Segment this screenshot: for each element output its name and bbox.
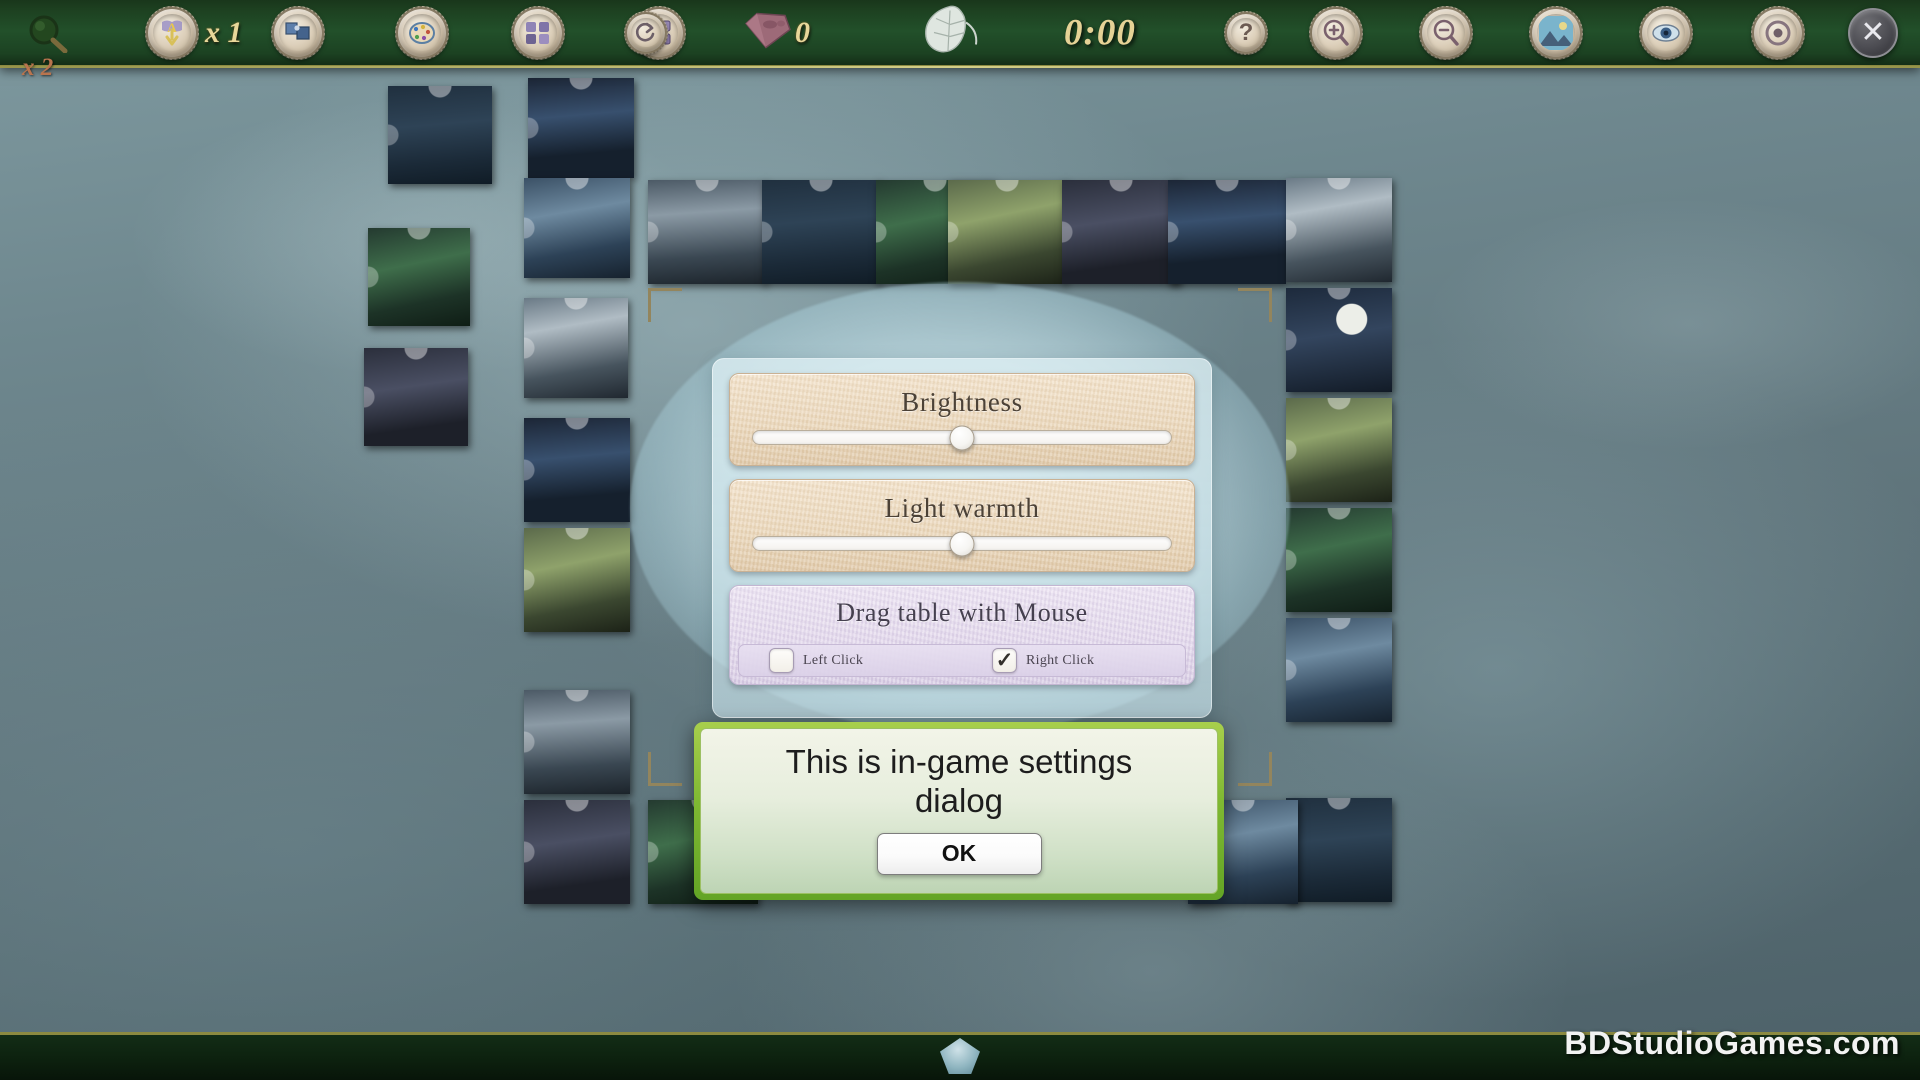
close-button-wrap[interactable]: ✕: [1848, 7, 1898, 58]
message-dialog-body: This is in-game settings dialog OK: [700, 728, 1218, 894]
gem-icon: [740, 9, 796, 56]
watermark: BDStudioGames.com: [1564, 1025, 1900, 1061]
board-corner-bracket: [1238, 752, 1272, 786]
leaf-icon: [920, 4, 984, 61]
board-corner-bracket: [648, 752, 682, 786]
board-corner-bracket: [1238, 288, 1272, 322]
eye-preview-button[interactable]: [1639, 5, 1693, 60]
puzzle-piece[interactable]: [1062, 180, 1180, 284]
rotate-button[interactable]: [624, 10, 668, 55]
puzzle-piece[interactable]: [524, 418, 630, 522]
light-warmth-label: Light warmth: [884, 493, 1040, 523]
sort-pieces-icon: [519, 13, 557, 52]
hint-arrow-icon: A: [153, 13, 191, 52]
left-click-label: Left Click: [803, 652, 864, 668]
picture-preview-button[interactable]: [1529, 5, 1583, 60]
sort-pieces-coin[interactable]: [511, 5, 565, 60]
drag-table-label: Drag table with Mouse: [836, 598, 1088, 627]
gear-icon: [1759, 13, 1797, 52]
option-left-click[interactable]: ✓ Left Click: [739, 648, 962, 673]
ok-button[interactable]: OK: [876, 832, 1042, 875]
drag-table-options: ✓ Left Click ✓ Right Click: [738, 644, 1186, 677]
question-mark-icon: ?: [1231, 17, 1261, 48]
puzzle-piece[interactable]: [1286, 288, 1392, 392]
picture-preview-coin[interactable]: [1529, 5, 1583, 60]
hint-button[interactable]: A: [145, 5, 199, 60]
puzzle-piece[interactable]: [648, 180, 766, 284]
close-icon: ✕: [1860, 15, 1886, 49]
brightness-label: Brightness: [901, 387, 1023, 417]
puzzle-piece[interactable]: [1286, 798, 1392, 902]
left-click-checkbox[interactable]: ✓: [769, 648, 794, 673]
zoom-out-icon: [1427, 13, 1465, 52]
palette-button[interactable]: [395, 5, 449, 60]
light-warmth-slider-track[interactable]: [752, 531, 1172, 556]
help-coin[interactable]: ?: [1224, 10, 1268, 55]
edge-pieces-icon: [279, 13, 317, 52]
top-toolbar: A x 1 x 2 0 0:00 ? ✕: [0, 0, 1920, 81]
edge-pieces-coin[interactable]: [271, 5, 325, 60]
hint-coin[interactable]: A: [145, 5, 199, 60]
drag-table-panel: Drag table with Mouse ✓ Left Click ✓ Rig…: [729, 585, 1195, 685]
message-dialog: This is in-game settings dialog OK: [694, 722, 1224, 900]
magnifier-icon: [29, 15, 68, 53]
puzzle-piece[interactable]: [524, 178, 630, 278]
light-warmth-slider-row: [730, 524, 1194, 556]
message-dialog-text: This is in-game settings dialog: [785, 743, 1133, 819]
puzzle-piece[interactable]: [1286, 618, 1392, 722]
eye-icon: [1647, 13, 1685, 52]
puzzle-piece[interactable]: [762, 180, 880, 284]
puzzle-piece[interactable]: [524, 528, 630, 632]
brightness-slider-track[interactable]: [752, 425, 1172, 450]
puzzle-piece[interactable]: [364, 348, 468, 446]
settings-button[interactable]: [1751, 5, 1805, 60]
puzzle-piece[interactable]: [528, 78, 634, 178]
brightness-slider-knob[interactable]: [949, 425, 975, 450]
zoom-out-button[interactable]: [1419, 5, 1473, 60]
puzzle-piece[interactable]: [524, 298, 628, 398]
board-corner-bracket: [648, 288, 682, 322]
magnifier-preview-button[interactable]: [20, 13, 76, 53]
gem-count: 0: [795, 15, 810, 49]
brightness-panel: Brightness: [729, 373, 1195, 466]
sort-pieces-button[interactable]: [511, 5, 565, 60]
puzzle-piece[interactable]: [524, 690, 630, 794]
brightness-slider-row: [730, 418, 1194, 450]
puzzle-piece[interactable]: [388, 86, 492, 184]
light-warmth-panel: Light warmth: [729, 479, 1195, 572]
zoom-out-coin[interactable]: [1419, 5, 1473, 60]
settings-coin[interactable]: [1751, 5, 1805, 60]
light-warmth-slider-knob[interactable]: [949, 531, 975, 556]
rotate-icon: [631, 17, 661, 48]
table-multiplier: x 2: [22, 54, 54, 81]
puzzle-piece[interactable]: [1286, 178, 1392, 282]
close-button[interactable]: ✕: [1848, 7, 1898, 58]
checkmark-icon: ✓: [995, 649, 1014, 672]
puzzle-piece[interactable]: [1286, 398, 1392, 502]
zoom-in-coin[interactable]: [1309, 5, 1363, 60]
puzzle-piece[interactable]: [368, 228, 470, 326]
palette-icon: [403, 13, 441, 52]
edge-pieces-button[interactable]: [271, 5, 325, 60]
eye-coin[interactable]: [1639, 5, 1693, 60]
zoom-in-icon: [1317, 13, 1355, 52]
timer-display: 0:00: [1064, 12, 1136, 53]
puzzle-piece[interactable]: [1168, 180, 1286, 284]
image-icon: [1537, 13, 1575, 52]
right-click-checkbox[interactable]: ✓: [992, 648, 1017, 673]
palette-coin[interactable]: [395, 5, 449, 60]
help-button[interactable]: ?: [1224, 10, 1268, 55]
puzzle-piece[interactable]: [1286, 508, 1392, 612]
settings-dialog: Brightness Light warmth Drag table with …: [712, 358, 1212, 718]
puzzle-piece[interactable]: [524, 800, 630, 904]
hint-multiplier: x 1: [205, 15, 243, 49]
right-click-label: Right Click: [1026, 652, 1095, 668]
rotate-coin[interactable]: [624, 10, 668, 55]
option-right-click[interactable]: ✓ Right Click: [962, 648, 1185, 673]
puzzle-piece[interactable]: [948, 180, 1066, 284]
zoom-in-button[interactable]: [1309, 5, 1363, 60]
